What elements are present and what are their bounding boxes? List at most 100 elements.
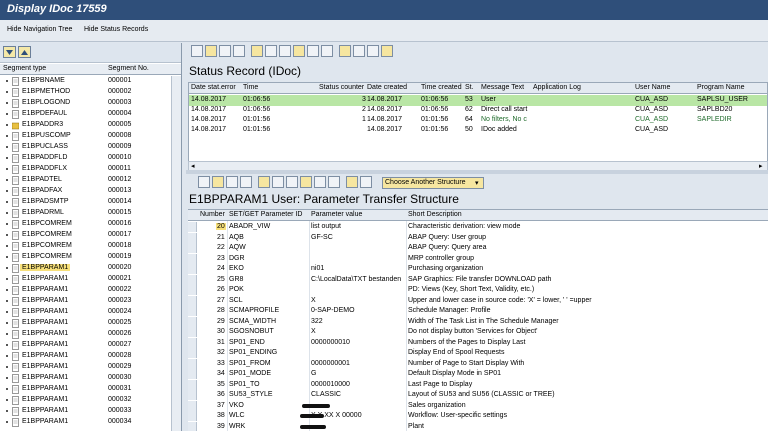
parameter-row[interactable]: 30 SGOSNOBUT X Do not display button 'Servi… [188,327,768,338]
hide-navigation-tree-button[interactable]: Hide Navigation Tree [7,26,72,33]
pane-splitter[interactable] [186,170,768,174]
tree-item[interactable]: E1BPLOGOND 000003 [0,98,181,109]
toolbar-action-icon[interactable] [219,45,231,57]
parameter-row[interactable]: 25 GR8 C:\LocalData\TXT bestanden SAP Graph… [188,274,768,286]
row-selector[interactable] [188,421,197,431]
toolbar-action-icon[interactable] [360,176,372,188]
tree-item[interactable]: E1BPADDFLX 000011 [0,164,181,175]
toolbar-action-icon[interactable] [272,176,284,188]
toolbar-action-icon[interactable] [314,176,326,188]
row-selector[interactable] [188,337,197,348]
tree-item[interactable]: E1BPCOMREM 000017 [0,230,181,241]
row-selector[interactable] [188,316,197,327]
toolbar-action-icon[interactable] [279,45,291,57]
parameter-row[interactable]: 33 SP01_FROM 0000000001 Number of Page to S… [188,358,768,370]
parameter-row[interactable]: 38 WLC X X XX X 00000 Workflow: User-specif… [188,411,768,422]
toolbar-action-icon[interactable] [212,176,224,188]
parameter-row[interactable]: 26 POK PD: Views (Key, Short Text, Validit… [188,285,768,296]
parameter-row[interactable]: 32 SP01_ENDING Display End of Spool Reques… [188,348,768,359]
tree-item[interactable]: E1BPUSCOMP 000008 [0,131,181,142]
toolbar-action-icon[interactable] [205,45,217,57]
toolbar-action-icon[interactable] [240,176,252,188]
tree-item[interactable]: E1BPPARAM1 000032 [0,395,181,406]
parameter-row[interactable]: 27 SCL X Upper and lower case in source cod… [188,295,768,307]
tree-item[interactable]: E1BPADFAX 000013 [0,186,181,197]
row-selector[interactable] [188,243,197,253]
tree-item[interactable]: E1BPPARAM1 000023 [0,296,181,307]
toolbar-action-icon[interactable] [226,176,238,188]
parameter-row[interactable]: 21 AQB GF-SC ABAP Query: User group [188,232,768,244]
parameter-row[interactable]: 24 EKO ni01 Purchasing organization [188,264,768,275]
tree-item[interactable]: E1BPPARAM1 000022 [0,285,181,296]
parameter-row[interactable]: 23 DGR MRP controller group [188,253,768,265]
parameter-row[interactable]: 35 SP01_TO 0000010000 Last Page to Display [188,379,768,391]
row-selector[interactable] [188,232,197,243]
tree-item[interactable]: E1BPADDFLD 000010 [0,153,181,164]
parameter-row[interactable]: 34 SP01_MODE G Default Display Mode in SP01 [188,369,768,380]
row-selector[interactable] [188,274,197,285]
row-selector[interactable] [188,390,197,400]
parameter-row[interactable]: 39 WRK Plant [188,421,768,431]
toolbar-action-icon[interactable] [381,45,393,57]
tree-item[interactable]: E1BPPARAM1 000027 [0,340,181,351]
toolbar-action-icon[interactable] [307,45,319,57]
toolbar-action-icon[interactable] [367,45,379,57]
choose-structure-select[interactable]: Choose Another Structure ▾ [382,177,484,189]
toolbar-action-icon[interactable] [198,176,210,188]
tree-item[interactable]: E1BPPARAM1 000020 [0,263,181,274]
toolbar-action-icon[interactable] [265,45,277,57]
status-row[interactable]: 14.08.2017 01:01:56 14.08.2017 01:01:56 50 ID… [189,125,767,136]
row-selector[interactable] [188,348,197,358]
parameter-row[interactable]: 28 SCMAPROFILE 0-SAP-DEMO Schedule Manager:… [188,306,768,317]
parameter-row[interactable]: 37 VKO Sales organization [188,400,768,412]
toolbar-action-icon[interactable] [286,176,298,188]
parameter-row[interactable]: 29 SCMA_WIDTH 322 Width of The Task List in… [188,316,768,328]
toolbar-action-icon[interactable] [258,176,270,188]
tree-item[interactable]: E1BPUCLASS 000009 [0,142,181,153]
tree-item[interactable]: E1BPCOMREM 000018 [0,241,181,252]
row-selector[interactable] [188,306,197,316]
collapse-icon[interactable] [18,46,31,58]
toolbar-action-icon[interactable] [321,45,333,57]
row-selector[interactable] [188,295,197,306]
row-selector[interactable] [188,400,197,411]
tree-item[interactable]: E1BPPARAM1 000026 [0,329,181,340]
tree-item[interactable]: E1BPADRML 000015 [0,208,181,219]
tree-scrollbar[interactable] [171,76,181,431]
expand-icon[interactable] [3,46,16,58]
tree-item[interactable]: E1BPCOMREM 000019 [0,252,181,263]
parameter-row[interactable]: 20 ABADR_VIW list output Characteristic der… [188,222,768,233]
row-selector[interactable] [188,264,197,274]
tree-item[interactable]: E1BPPARAM1 000030 [0,373,181,384]
tree-item[interactable]: E1BPPARAM1 000029 [0,362,181,373]
row-selector[interactable] [188,379,197,390]
tree-item[interactable]: E1BPPARAM1 000024 [0,307,181,318]
scroll-right-icon[interactable]: ▸ [759,162,763,170]
toolbar-action-icon[interactable] [251,45,263,57]
toolbar-action-icon[interactable] [191,45,203,57]
toolbar-action-icon[interactable] [328,176,340,188]
tree-item[interactable]: E1BPMETHOD 000002 [0,87,181,98]
tree-item[interactable]: E1BPPARAM1 000033 [0,406,181,417]
parameter-row[interactable]: 31 SP01_END 0000000010 Numbers of the Pages… [188,337,768,349]
row-selector[interactable] [188,358,197,369]
tree-item[interactable]: E1BPBNAME 000001 [0,76,181,87]
hide-status-records-button[interactable]: Hide Status Records [84,26,148,33]
toolbar-action-icon[interactable] [233,45,245,57]
tree-item[interactable]: E1BPPARAM1 000031 [0,384,181,395]
row-selector[interactable] [188,411,197,421]
toolbar-action-icon[interactable] [346,176,358,188]
tree-item[interactable]: E1BPCOMREM 000016 [0,219,181,230]
row-selector[interactable] [188,327,197,337]
tree-item[interactable]: E1BPADSMTP 000014 [0,197,181,208]
toolbar-action-icon[interactable] [353,45,365,57]
toolbar-action-icon[interactable] [339,45,351,57]
tree-item[interactable]: E1BPPARAM1 000028 [0,351,181,362]
tree-item[interactable]: E1BPPARAM1 000021 [0,274,181,285]
tree-item[interactable]: E1BPADTEL 000012 [0,175,181,186]
tree-item[interactable]: E1BPPARAM1 000025 [0,318,181,329]
tree-item[interactable]: E1BPADDR3 000005 [0,120,181,131]
row-selector[interactable] [188,369,197,379]
parameter-row[interactable]: 22 AQW ABAP Query: Query area [188,243,768,254]
row-selector[interactable] [188,222,197,232]
